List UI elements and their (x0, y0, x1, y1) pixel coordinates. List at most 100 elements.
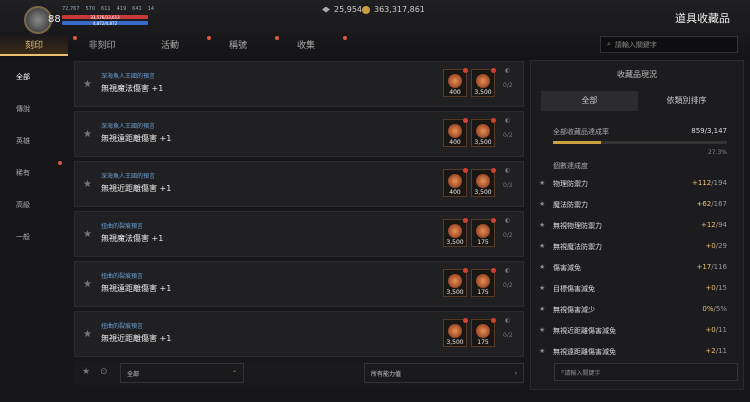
material-slot[interactable]: 3,500 (471, 168, 496, 197)
search-placeholder: 請輸入關鍵字 (564, 369, 601, 377)
favorite-star-icon[interactable]: ★ (82, 367, 90, 377)
lock-icon[interactable]: ⊙ (100, 367, 108, 377)
material-qty: 3,500 (474, 89, 492, 96)
collection-card[interactable]: ★ 扭曲的裂痕預言 無視遠距離傷害 +1 3,500 175 ◐ 0/2 (74, 261, 524, 307)
card-name: 無視遠距離傷害 +1 (101, 284, 172, 293)
panel-search-input[interactable]: ⌕ 請輸入關鍵字 (554, 363, 738, 381)
material-qty: 3,500 (446, 339, 464, 346)
material-slot[interactable]: 400 (443, 68, 468, 97)
favorite-star-icon[interactable]: ★ (83, 229, 92, 240)
tab-event[interactable]: 活動 (136, 34, 204, 56)
tab-engrave[interactable]: 刻印 (0, 34, 68, 56)
search-input[interactable]: ⌕ 請輸入關鍵字 (600, 36, 738, 53)
favorite-star-icon[interactable]: ★ (83, 79, 92, 90)
stat-name: 魔法防禦力 (553, 201, 588, 209)
collect-count: 0/2 (503, 332, 513, 339)
material-slot[interactable]: 3,500 (443, 268, 468, 297)
material-icon (448, 224, 462, 238)
material-slot[interactable]: 3,500 (443, 318, 468, 347)
favorite-star-icon[interactable]: ★ (83, 329, 92, 340)
collection-card[interactable]: ★ 深海魚人王國的預言 無視魔法傷害 +1 400 3,500 ◐ 0/2 (74, 61, 524, 107)
material-icon (448, 124, 462, 138)
eye-icon[interactable]: ◐ (505, 167, 510, 174)
sidebar-item-advanced[interactable]: 高級 (8, 189, 58, 221)
alert-dot (491, 168, 496, 173)
sidebar-item-legend[interactable]: 傳說 (8, 93, 58, 125)
material-icon (476, 174, 490, 188)
section-title: 個數達成度 (553, 162, 588, 170)
sidebar-item-rare[interactable]: 稀有 (8, 157, 58, 189)
material-slot[interactable]: 3,500 (471, 68, 496, 97)
eye-icon[interactable]: ◐ (505, 317, 510, 324)
total-rate-row: 全部收藏品達成率 859/3,147 (553, 127, 727, 137)
favorite-star-icon[interactable]: ★ (83, 179, 92, 190)
stat-value: +0/29 (705, 242, 727, 252)
stat-name: 傷害減免 (553, 264, 581, 272)
eye-icon[interactable]: ◐ (505, 217, 510, 224)
material-qty: 3,500 (446, 289, 464, 296)
main-tabs: 刻印 非刻印 活動 稱號 收集 (0, 34, 340, 56)
stat-value: +12/94 (701, 221, 727, 231)
tab-non-engrave[interactable]: 非刻印 (68, 34, 136, 56)
material-qty: 3,500 (474, 189, 492, 196)
mp-text: 4,872/4,872 (92, 21, 118, 26)
eye-icon[interactable]: ◐ (505, 267, 510, 274)
material-icon (448, 274, 462, 288)
sidebar-item-all[interactable]: 全部 (8, 61, 58, 93)
card-source: 深海魚人王國的預言 (101, 123, 156, 130)
notification-dot (73, 36, 77, 40)
alert-dot (463, 318, 468, 323)
stat-value: 611 (101, 6, 111, 12)
collection-card[interactable]: ★ 扭曲的裂痕預言 無視魔法傷害 +1 3,500 175 ◐ 0/2 (74, 211, 524, 257)
collection-card[interactable]: ★ 扭曲的裂痕預言 無視近距離傷害 +1 3,500 175 ◐ 0/2 (74, 311, 524, 357)
filter-dropdown[interactable]: 全部 ⌃ (120, 363, 244, 383)
material-slot[interactable]: 175 (471, 218, 496, 247)
collection-card[interactable]: ★ 深海魚人王國的預言 無視近距離傷害 +1 400 3,500 ◐ 0/2 (74, 161, 524, 207)
tab-by-category[interactable]: 依類別排序 (638, 91, 735, 111)
card-source: 扭曲的裂痕預言 (101, 323, 144, 330)
alert-dot (463, 268, 468, 273)
collect-count: 0/2 (503, 232, 513, 239)
stat-icon: ★ (539, 242, 546, 250)
stat-icon: ★ (539, 221, 546, 229)
sidebar-item-normal[interactable]: 一般 (8, 221, 58, 253)
material-slot[interactable]: 400 (443, 118, 468, 147)
alert-dot (491, 318, 496, 323)
material-slot[interactable]: 175 (471, 318, 496, 347)
material-slot[interactable]: 175 (471, 268, 496, 297)
favorite-star-icon[interactable]: ★ (83, 129, 92, 140)
stat-value: 0%/5% (702, 305, 727, 315)
stat-current: 0% (702, 305, 714, 313)
material-slot[interactable]: 3,500 (443, 218, 468, 247)
material-slot[interactable]: 400 (443, 168, 468, 197)
favorite-star-icon[interactable]: ★ (83, 279, 92, 290)
collection-card[interactable]: ★ 深海魚人王國的預言 無視遠距離傷害 +1 400 3,500 ◐ 0/2 (74, 111, 524, 157)
chevron-up-icon: ⌃ (231, 369, 237, 377)
tab-all[interactable]: 全部 (541, 91, 638, 111)
stat-current: +17 (696, 263, 712, 271)
material-icon (476, 124, 490, 138)
stat-value: +62/167 (696, 200, 727, 210)
material-icon (476, 274, 490, 288)
search-icon: ⌕ (607, 40, 611, 48)
stat-current: +112 (692, 179, 712, 187)
tab-collect[interactable]: 收集 (272, 34, 340, 56)
stat-max: /94 (715, 221, 727, 229)
stat-value: +112/194 (692, 179, 727, 189)
stat-icon: ★ (539, 326, 546, 334)
eye-icon[interactable]: ◐ (505, 67, 510, 74)
stat-max: /29 (715, 242, 727, 250)
tab-title[interactable]: 稱號 (204, 34, 272, 56)
percent-row: 27.3% (553, 149, 727, 156)
player-level: 88 (48, 14, 61, 25)
eye-icon[interactable]: ◐ (505, 117, 510, 124)
stat-name: 目標傷害減免 (553, 285, 595, 293)
stat-current: +62 (696, 200, 712, 208)
alert-dot (463, 168, 468, 173)
collect-count: 0/2 (503, 182, 513, 189)
stat-name: 無視物理防禦力 (553, 222, 602, 230)
ability-dropdown[interactable]: 所有能力值 › (364, 363, 524, 383)
card-source: 深海魚人王國的預言 (101, 173, 156, 180)
material-slot[interactable]: 3,500 (471, 118, 496, 147)
sidebar-item-hero[interactable]: 英雄 (8, 125, 58, 157)
